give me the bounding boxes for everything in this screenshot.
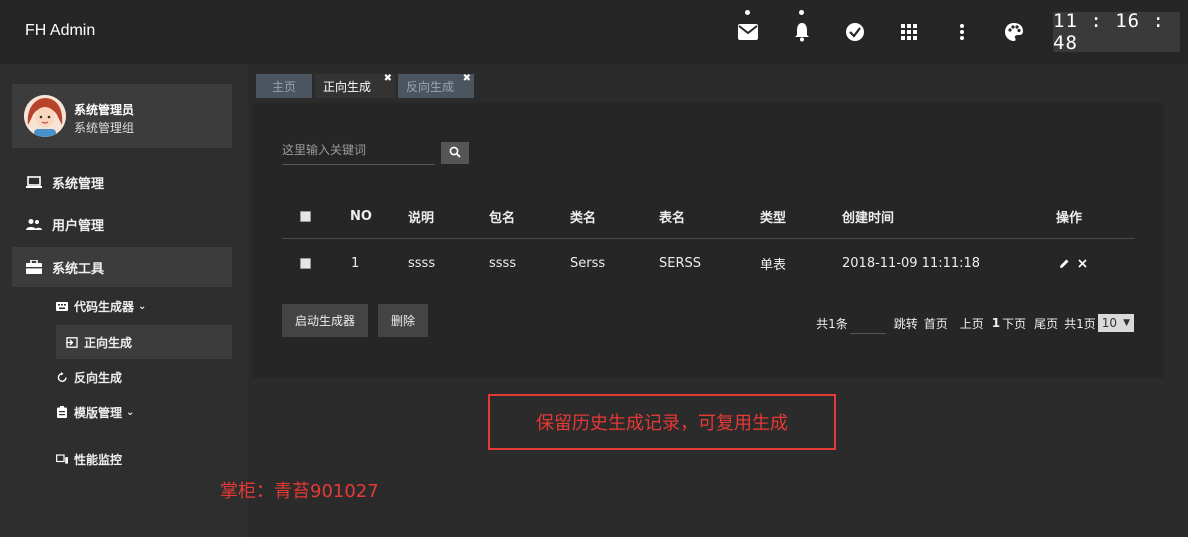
- select-all-checkbox[interactable]: [300, 193, 311, 239]
- sidebar-item-forward-generate[interactable]: 正向生成: [56, 325, 232, 359]
- bell-icon[interactable]: [790, 10, 814, 44]
- check-circle-icon[interactable]: [843, 20, 867, 44]
- sidebar-item-code-generator[interactable]: 代码生成器 ⌄: [48, 289, 232, 323]
- column-header: NO: [350, 208, 372, 224]
- page-size-value: 10: [1101, 316, 1118, 330]
- sidebar-item-label: 系统工具: [52, 261, 105, 277]
- user-group: 系统管理组: [74, 121, 135, 135]
- search-input[interactable]: [282, 135, 435, 165]
- sidebar-item-system-tools[interactable]: 系统工具: [12, 247, 232, 287]
- cell-desc: ssss: [408, 255, 436, 271]
- sidebar-item-system-management[interactable]: 系统管理: [12, 162, 232, 202]
- users-icon: [26, 217, 42, 231]
- cell-created: 2018-11-09 11:11:18: [842, 255, 981, 271]
- notification-dot: [799, 10, 804, 15]
- more-vert-icon[interactable]: [950, 20, 974, 44]
- column-header: 表名: [659, 210, 686, 226]
- mail-icon[interactable]: [736, 10, 760, 44]
- row-actions: [1059, 240, 1095, 286]
- sidebar-item-label: 系统管理: [52, 176, 105, 192]
- keyboard-icon: [56, 300, 68, 312]
- caret-down-icon: ▼: [1123, 318, 1130, 328]
- column-header: 类名: [570, 210, 597, 226]
- close-icon[interactable]: ✖: [384, 73, 392, 84]
- cell-table: SERSS: [659, 255, 702, 271]
- table-header: NO 说明 包名 类名 表名 类型 创建时间 操作: [282, 193, 1135, 239]
- sidebar-item-label: 模版管理: [74, 405, 123, 420]
- column-header: 类型: [760, 210, 787, 226]
- annotation-text: 保留历史生成记录，可复用生成: [536, 413, 788, 434]
- sidebar-item-performance-monitor[interactable]: 性能监控: [48, 442, 232, 476]
- table-row: 1 ssss ssss Serss SERSS 单表 2018-11-09 11…: [282, 240, 1135, 286]
- tab-label: 主页: [272, 79, 297, 94]
- first-page-link[interactable]: 首页: [924, 315, 948, 332]
- palette-icon[interactable]: [1002, 20, 1026, 44]
- tab-label: 正向生成: [323, 79, 372, 94]
- sidebar-item-label: 用户管理: [52, 218, 105, 234]
- login-icon: [66, 336, 78, 348]
- sidebar-item-label: 代码生成器: [74, 299, 135, 314]
- next-page-link[interactable]: 下页: [1002, 315, 1026, 332]
- sidebar-item-label: 反向生成: [74, 370, 123, 385]
- jump-page-input[interactable]: [849, 312, 886, 334]
- laptop-icon: [26, 175, 42, 189]
- avatar: [24, 95, 66, 137]
- cell-class: Serss: [570, 255, 606, 271]
- user-name: 系统管理员: [74, 103, 135, 117]
- tab-label: 反向生成: [406, 79, 455, 94]
- column-header: 说明: [408, 210, 435, 226]
- clipboard-icon: [56, 406, 68, 418]
- sidebar-item-user-management[interactable]: 用户管理: [12, 204, 232, 244]
- grid-icon[interactable]: [897, 20, 921, 44]
- sidebar-item-label: 性能监控: [74, 452, 123, 467]
- devices-icon: [56, 453, 68, 465]
- cell-type: 单表: [760, 257, 787, 273]
- close-icon[interactable]: ✖: [463, 73, 471, 84]
- sidebar: 系统管理员 系统管理组 系统管理 用户管理 系统工具 代码生成器 ⌄ 正向生成: [0, 64, 248, 537]
- annotation-note: 掌柜：青苔901027: [220, 481, 379, 502]
- current-page: 1: [991, 316, 1001, 330]
- page-count: 共1页: [1064, 316, 1096, 331]
- column-header: 创建时间: [842, 210, 895, 226]
- sidebar-item-template-management[interactable]: 模版管理 ⌄: [48, 395, 232, 429]
- search-icon: [449, 146, 461, 161]
- start-generator-button[interactable]: 启动生成器: [282, 304, 369, 337]
- sidebar-item-label: 正向生成: [84, 335, 133, 350]
- tab-home[interactable]: 主页: [256, 74, 313, 98]
- briefcase-icon: [26, 260, 42, 274]
- sidebar-item-reverse-generate[interactable]: 反向生成: [48, 360, 232, 394]
- annotation-box: 保留历史生成记录，可复用生成: [488, 394, 836, 450]
- app-title[interactable]: FH Admin: [25, 22, 95, 40]
- column-header: 操作: [1056, 210, 1083, 226]
- pagination: 共1条 跳转 首页 上页 1 下页 尾页 共1页 10 ▼: [808, 312, 1134, 334]
- notification-dot: [745, 10, 750, 15]
- total-count: 共1条: [816, 316, 848, 331]
- prev-page-link[interactable]: 上页: [960, 315, 984, 332]
- tab-reverse-generate[interactable]: 反向生成 ✖: [398, 73, 475, 98]
- cell-no: 1: [351, 255, 360, 271]
- delete-icon[interactable]: [1078, 258, 1087, 268]
- tab-forward-generate[interactable]: 正向生成 ✖: [315, 73, 396, 98]
- page-size-select[interactable]: 10 ▼: [1097, 314, 1134, 332]
- chevron-down-icon: ⌄: [138, 300, 147, 312]
- cell-package: ssss: [489, 255, 517, 271]
- edit-icon[interactable]: [1059, 258, 1070, 269]
- search-button[interactable]: [441, 142, 469, 164]
- last-page-link[interactable]: 尾页: [1034, 315, 1058, 332]
- tab-bar: 主页 正向生成 ✖ 反向生成 ✖: [256, 73, 475, 98]
- clock-display: 11 : 16 : 48: [1053, 10, 1180, 54]
- main-panel: NO 说明 包名 类名 表名 类型 创建时间 操作 1 ssss ssss Se…: [252, 103, 1164, 378]
- jump-link[interactable]: 跳转: [894, 315, 918, 332]
- row-checkbox[interactable]: [300, 240, 311, 286]
- column-header: 包名: [489, 210, 516, 226]
- top-bar: FH Admin 11 : 16 : 48: [0, 0, 1188, 64]
- chevron-down-icon: ⌄: [126, 406, 135, 418]
- user-profile[interactable]: 系统管理员 系统管理组: [12, 84, 232, 148]
- delete-button[interactable]: 删除: [378, 304, 429, 337]
- refresh-icon: [56, 371, 68, 383]
